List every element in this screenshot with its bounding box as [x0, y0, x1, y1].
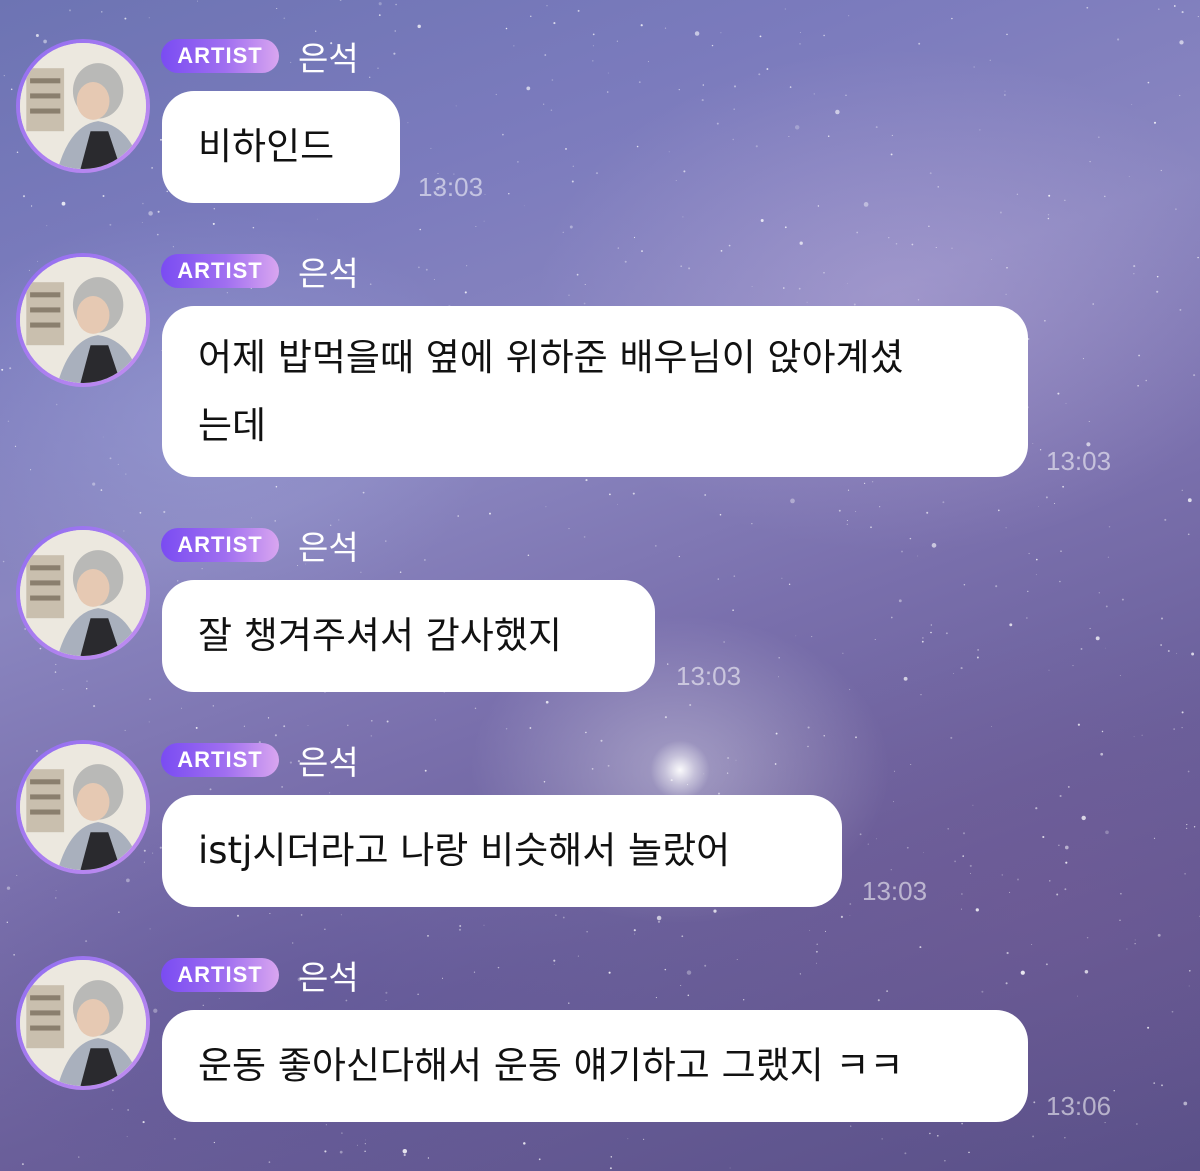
- message-header: ARTIST 은석: [161, 957, 359, 997]
- message-bubble[interactable]: 어제 밥먹을때 옆에 위하준 배우님이 앉아계셨 는데: [162, 306, 1028, 477]
- avatar[interactable]: [16, 740, 150, 874]
- sender-name[interactable]: 은석: [298, 951, 359, 999]
- avatar-photo-icon: [20, 960, 146, 1086]
- avatar[interactable]: [16, 956, 150, 1090]
- sender-name[interactable]: 은석: [298, 32, 359, 80]
- sender-name[interactable]: 은석: [298, 247, 359, 295]
- avatar[interactable]: [16, 253, 150, 387]
- message-time: 13:06: [1046, 1091, 1112, 1121]
- avatar-photo-icon: [20, 43, 146, 169]
- artist-badge: ARTIST: [161, 743, 279, 777]
- message-bubble[interactable]: 운동 좋아신다해서 운동 얘기하고 그랬지 ㅋㅋ: [162, 1010, 1028, 1122]
- artist-badge: ARTIST: [161, 528, 279, 562]
- message-bubble[interactable]: 비하인드: [162, 91, 400, 203]
- avatar-photo-icon: [20, 257, 146, 383]
- message-bubble[interactable]: 잘 챙겨주셔서 감사했지: [162, 580, 655, 692]
- message-header: ARTIST 은석: [161, 527, 359, 567]
- sender-name[interactable]: 은석: [298, 736, 359, 784]
- avatar-photo-icon: [20, 744, 146, 870]
- avatar-photo-icon: [20, 530, 146, 656]
- avatar[interactable]: [16, 526, 150, 660]
- message-header: ARTIST 은석: [161, 742, 359, 782]
- artist-badge: ARTIST: [161, 958, 279, 992]
- bright-star: [650, 740, 710, 800]
- avatar[interactable]: [16, 39, 150, 173]
- message-bubble[interactable]: istj시더라고 나랑 비슷해서 놀랐어: [162, 795, 842, 907]
- message-header: ARTIST 은석: [161, 253, 359, 293]
- artist-badge: ARTIST: [161, 254, 279, 288]
- artist-badge: ARTIST: [161, 39, 279, 73]
- message-time: 13:03: [418, 172, 484, 202]
- sender-name[interactable]: 은석: [298, 521, 359, 569]
- message-time: 13:03: [862, 876, 928, 906]
- message-header: ARTIST 은석: [161, 38, 359, 78]
- message-time: 13:03: [1046, 446, 1112, 476]
- message-time: 13:03: [676, 661, 742, 691]
